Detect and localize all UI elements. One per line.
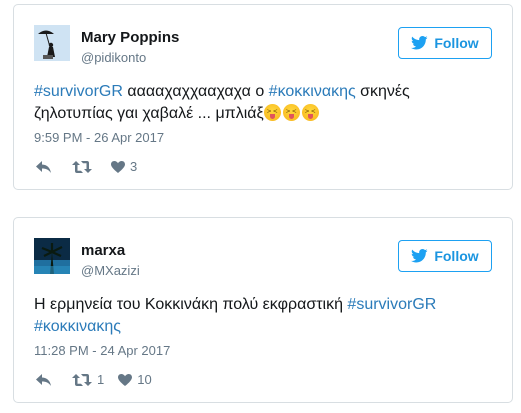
twitter-bird-icon [411,249,428,263]
reply-icon [36,373,51,386]
tongue-emoji-icon: >< [282,104,300,121]
tweet-actions: 1 10 [36,372,152,387]
tweet-timestamp[interactable]: 11:28 PM - 24 Apr 2017 [34,343,170,359]
follow-button[interactable]: Follow [398,27,492,59]
tweet-card: marxa @MXazizi Follow Η ερμηνεία του Κοκ… [13,217,513,403]
like-button[interactable]: 3 [111,159,137,174]
hashtag-link[interactable]: #survivorGR [34,83,123,100]
avatar[interactable] [34,238,70,274]
follow-button[interactable]: Follow [398,240,492,272]
reply-button[interactable] [36,160,54,173]
like-button[interactable]: 10 [118,372,152,387]
user-name[interactable]: marxa [81,242,125,260]
reply-button[interactable] [36,373,54,386]
tweet-timestamp[interactable]: 9:59 PM - 26 Apr 2017 [34,130,164,146]
retweet-button[interactable] [72,160,97,173]
follow-label: Follow [434,35,479,51]
tweet-text-segment: Η ερμηνεία του Κοκκινάκη πολύ εκφραστική [34,296,348,313]
hashtag-link[interactable]: #survivorGR [347,296,436,313]
tongue-emoji-icon: >< [301,104,319,121]
user-handle[interactable]: @MXazizi [81,263,140,279]
tweet-text: #survivorGR ααααχαχχααχαχα ο #κοκκινακης… [34,81,492,125]
like-count: 10 [137,372,152,387]
retweet-icon [72,160,92,173]
avatar[interactable] [34,25,70,61]
tweet-text: Η ερμηνεία του Κοκκινάκη πολύ εκφραστική… [34,294,492,338]
hashtag-link[interactable]: #κοκκινακης [269,83,356,100]
tongue-emoji-icon: >< [263,104,281,121]
retweet-button[interactable]: 1 [72,372,104,387]
heart-icon [111,160,125,173]
tweet-card: Mary Poppins @pidikonto Follow #survivor… [13,4,513,190]
tweet-actions: 3 [36,159,137,174]
follow-label: Follow [434,248,479,264]
retweet-count: 1 [97,372,105,387]
hashtag-link[interactable]: #κοκκινακης [34,318,121,335]
tweet-text-segment: ααααχαχχααχαχα ο [122,83,269,100]
like-count: 3 [130,159,138,174]
twitter-bird-icon [411,36,428,50]
user-handle[interactable]: @pidikonto [81,50,146,66]
reply-icon [36,160,51,173]
heart-icon [118,373,133,386]
retweet-icon [72,373,92,386]
user-name[interactable]: Mary Poppins [81,29,179,47]
